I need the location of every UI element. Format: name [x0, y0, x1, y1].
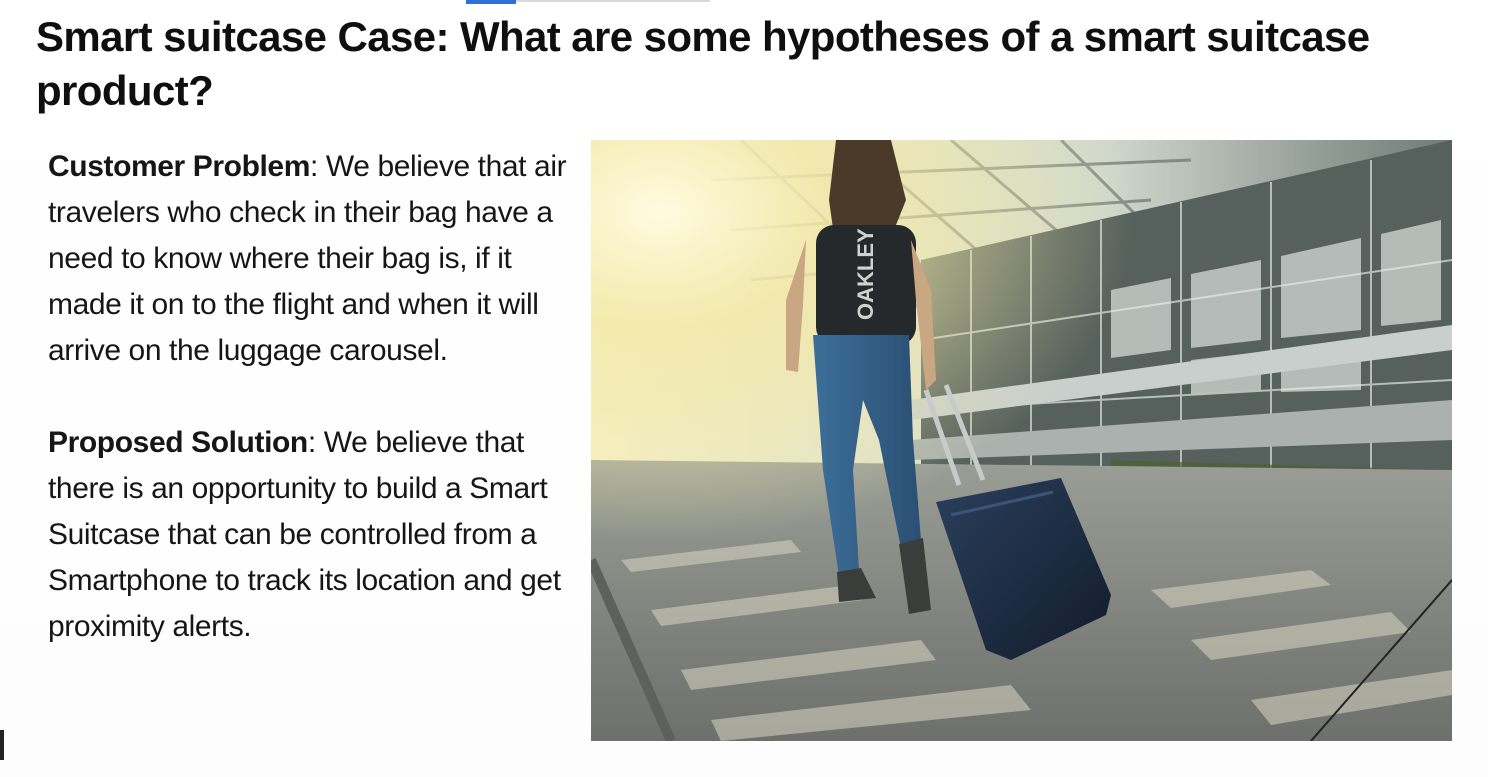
proposed-solution-paragraph: Proposed Solution: We believe that there… [48, 420, 578, 650]
slide-title: Smart suitcase Case: What are some hypot… [36, 13, 1370, 114]
customer-problem-label: Customer Problem [48, 150, 310, 183]
left-edge-marker [0, 730, 4, 760]
top-accent-bar [466, 0, 516, 4]
photo-illustration: OAKLEY [591, 140, 1452, 741]
customer-problem-paragraph: Customer Problem: We believe that air tr… [48, 144, 578, 374]
slide: Smart suitcase Case: What are some hypot… [0, 0, 1488, 777]
airport-suitcase-photo: OAKLEY [591, 140, 1452, 741]
proposed-solution-label: Proposed Solution [48, 426, 308, 459]
svg-text:OAKLEY: OAKLEY [853, 228, 878, 320]
top-divider [516, 0, 710, 2]
hypotheses-text: Customer Problem: We believe that air tr… [48, 144, 578, 650]
